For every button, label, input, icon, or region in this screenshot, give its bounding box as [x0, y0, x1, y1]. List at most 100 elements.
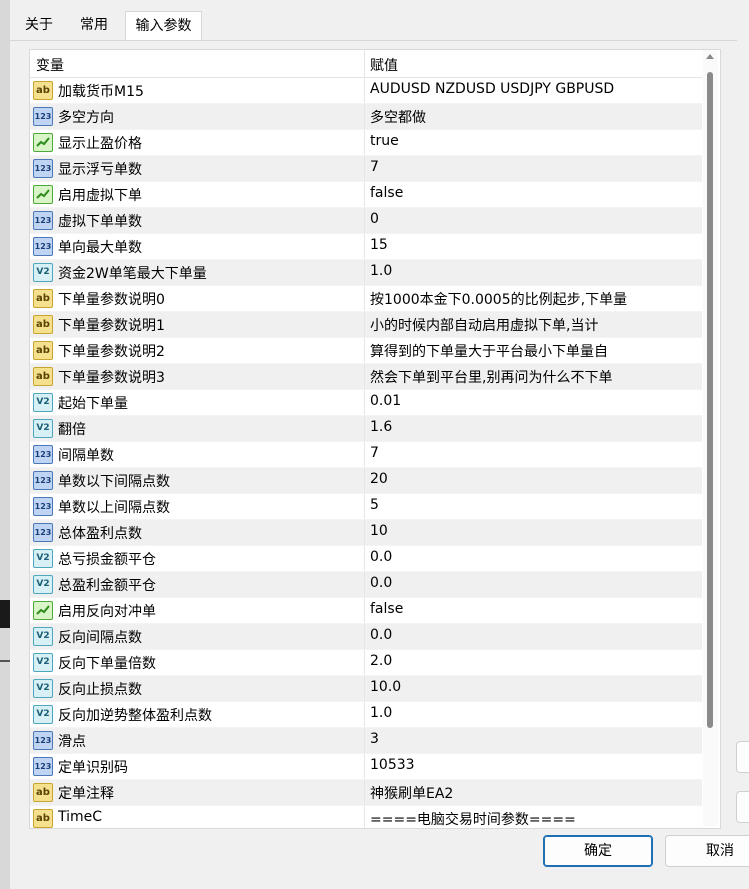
variable-value[interactable]: 10533	[370, 757, 700, 773]
string-type-icon: ab	[33, 315, 53, 334]
variable-value[interactable]: AUDUSD NZDUSD USDJPY GBPUSD	[370, 81, 700, 97]
variable-value[interactable]: 多空都做	[370, 107, 700, 127]
double-type-icon: V2	[33, 679, 53, 698]
variable-value[interactable]: 10	[370, 523, 700, 539]
variable-value[interactable]: 0.0	[370, 575, 700, 591]
tab-inputs[interactable]: 输入参数	[125, 11, 202, 41]
table-row[interactable]: 123 单向最大单数 15	[30, 234, 702, 260]
variable-value[interactable]: 算得到的下单量大于平台最小下单量自	[370, 341, 700, 361]
variable-value[interactable]: 1.6	[370, 419, 700, 435]
variable-name: 虚拟下单单数	[58, 214, 142, 230]
variable-name: 显示浮亏单数	[58, 162, 142, 178]
grid-header: 变量 赋值	[30, 50, 702, 78]
table-row[interactable]: 123 间隔单数 7	[30, 442, 702, 468]
column-header-value[interactable]: 赋值	[370, 55, 398, 75]
table-row[interactable]: 123 定单识别码 10533	[30, 754, 702, 780]
variable-value[interactable]: 7	[370, 445, 700, 461]
cancel-button[interactable]: 取消	[665, 835, 749, 867]
table-row[interactable]: 123 单数以下间隔点数 20	[30, 468, 702, 494]
table-row[interactable]: 启用反向对冲单 false	[30, 598, 702, 624]
inputs-grid: 变量 赋值 ab 加载货币M15 AUDUSD NZDUSD USDJPY GBPU…	[29, 49, 721, 829]
table-row[interactable]: ab TimeC ====电脑交易时间参数====	[30, 806, 702, 828]
table-row[interactable]: 123 显示浮亏单数 7	[30, 156, 702, 182]
variable-value[interactable]: ====电脑交易时间参数====	[370, 809, 700, 828]
table-row[interactable]: ab 下单量参数说明1 小的时候内部自动启用虚拟下单,当计	[30, 312, 702, 338]
variable-value[interactable]: 1.0	[370, 263, 700, 279]
table-row[interactable]: V2 总亏损金额平仓 0.0	[30, 546, 702, 572]
variable-value[interactable]: 3	[370, 731, 700, 747]
double-type-icon: V2	[33, 575, 53, 594]
variable-value[interactable]: 15	[370, 237, 700, 253]
table-row[interactable]: V2 反向加逆势整体盈利点数 1.0	[30, 702, 702, 728]
variable-value[interactable]: false	[370, 185, 700, 201]
table-row[interactable]: 123 虚拟下单单数 0	[30, 208, 702, 234]
variable-name: 滑点	[58, 734, 86, 750]
table-row[interactable]: ab 加载货币M15 AUDUSD NZDUSD USDJPY GBPUSD	[30, 78, 702, 104]
variable-name: 多空方向	[58, 110, 114, 126]
variable-value[interactable]: 10.0	[370, 679, 700, 695]
double-type-icon: V2	[33, 627, 53, 646]
column-header-variable[interactable]: 变量	[36, 55, 64, 75]
table-row[interactable]: ab 下单量参数说明3 然会下单到平台里,别再问为什么不下单	[30, 364, 702, 390]
double-type-icon: V2	[33, 393, 53, 412]
table-row[interactable]: V2 翻倍 1.6	[30, 416, 702, 442]
variable-name: 单数以下间隔点数	[58, 474, 170, 490]
table-row[interactable]: ab 定单注释 神猴刷单EA2	[30, 780, 702, 806]
table-row[interactable]: V2 反向间隔点数 0.0	[30, 624, 702, 650]
variable-name: TimeC	[58, 809, 103, 825]
variable-name: 反向止损点数	[58, 682, 142, 698]
integer-type-icon: 123	[33, 471, 53, 490]
variable-value[interactable]: 0.0	[370, 549, 700, 565]
tab-about[interactable]: 关于	[15, 11, 63, 39]
double-type-icon: V2	[33, 419, 53, 438]
integer-type-icon: 123	[33, 497, 53, 516]
table-row[interactable]: V2 总盈利金额平仓 0.0	[30, 572, 702, 598]
table-row[interactable]: 123 单数以上间隔点数 5	[30, 494, 702, 520]
integer-type-icon: 123	[33, 757, 53, 776]
tab-common[interactable]: 常用	[68, 11, 120, 39]
variable-name: 总亏损金额平仓	[58, 552, 156, 568]
integer-type-icon: 123	[33, 523, 53, 542]
variable-value[interactable]: 1.0	[370, 705, 700, 721]
variable-value[interactable]: 2.0	[370, 653, 700, 669]
string-type-icon: ab	[33, 809, 53, 828]
table-row[interactable]: 显示止盈价格 true	[30, 130, 702, 156]
variable-value[interactable]: 20	[370, 471, 700, 487]
variable-name: 下单量参数说明0	[58, 292, 165, 308]
table-row[interactable]: ab 下单量参数说明0 按1000本金下0.0005的比例起步,下单量	[30, 286, 702, 312]
variable-value[interactable]: 0.0	[370, 627, 700, 643]
variable-name: 反向加逆势整体盈利点数	[58, 708, 212, 724]
variable-name: 定单识别码	[58, 760, 128, 776]
scrollbar-thumb[interactable]	[707, 72, 713, 728]
variable-value[interactable]: 5	[370, 497, 700, 513]
table-row[interactable]: 123 总体盈利点数 10	[30, 520, 702, 546]
string-type-icon: ab	[33, 367, 53, 386]
variable-value[interactable]: 小的时候内部自动启用虚拟下单,当计	[370, 315, 700, 335]
variable-value[interactable]: 7	[370, 159, 700, 175]
scroll-up-arrow-icon[interactable]	[706, 54, 714, 59]
variable-value[interactable]: 按1000本金下0.0005的比例起步,下单量	[370, 289, 700, 309]
variable-value[interactable]: true	[370, 133, 700, 149]
integer-type-icon: 123	[33, 731, 53, 750]
table-row[interactable]: V2 起始下单量 0.01	[30, 390, 702, 416]
table-row[interactable]: 123 多空方向 多空都做	[30, 104, 702, 130]
variable-value[interactable]: 0.01	[370, 393, 700, 409]
table-row[interactable]: 启用虚拟下单 false	[30, 182, 702, 208]
table-row[interactable]: V2 反向止损点数 10.0	[30, 676, 702, 702]
table-row[interactable]: 123 滑点 3	[30, 728, 702, 754]
ok-button[interactable]: 确定	[543, 835, 653, 867]
double-type-icon: V2	[33, 263, 53, 282]
side-button-partial-2[interactable]	[736, 791, 749, 823]
vertical-scrollbar[interactable]	[703, 50, 718, 826]
table-row[interactable]: V2 资金2W单笔最大下单量 1.0	[30, 260, 702, 286]
variable-value[interactable]: 神猴刷单EA2	[370, 783, 700, 803]
table-row[interactable]: ab 下单量参数说明2 算得到的下单量大于平台最小下单量自	[30, 338, 702, 364]
variable-value[interactable]: 0	[370, 211, 700, 227]
side-button-partial[interactable]	[736, 741, 749, 773]
variable-value[interactable]: false	[370, 601, 700, 617]
grid-rows: ab 加载货币M15 AUDUSD NZDUSD USDJPY GBPUSD 123 多…	[30, 78, 702, 828]
table-row[interactable]: V2 反向下单量倍数 2.0	[30, 650, 702, 676]
variable-value[interactable]: 然会下单到平台里,别再问为什么不下单	[370, 367, 700, 387]
variable-name: 单向最大单数	[58, 240, 142, 256]
integer-type-icon: 123	[33, 237, 53, 256]
